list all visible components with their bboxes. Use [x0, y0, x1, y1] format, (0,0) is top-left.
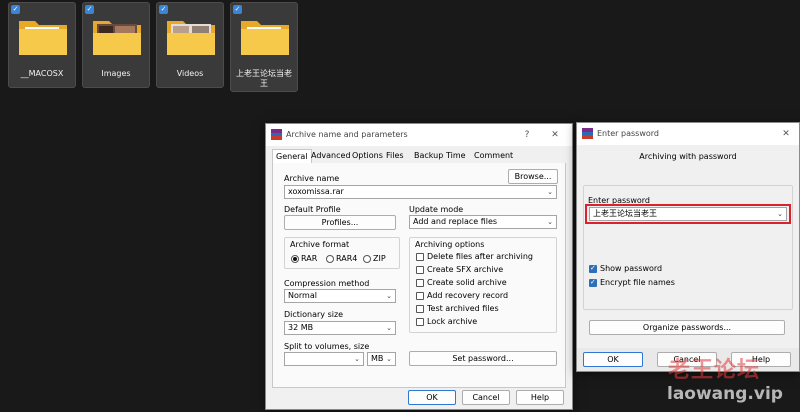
password-input[interactable]: 上老王论坛当老王 ⌄ — [589, 207, 787, 221]
archiving-options-label: Archiving options — [415, 240, 485, 249]
encrypt-names-label[interactable]: Encrypt file names — [600, 278, 675, 287]
split-unit-value: MB — [371, 354, 384, 363]
chevron-down-icon[interactable]: ⌄ — [547, 186, 553, 198]
organize-passwords-button[interactable]: Organize passwords... — [589, 320, 785, 335]
tab-time[interactable]: Time — [443, 149, 469, 163]
create-sfx-checkbox[interactable] — [416, 266, 424, 274]
split-label: Split to volumes, size — [284, 342, 370, 351]
tab-backup[interactable]: Backup — [411, 149, 446, 163]
format-rar4-radio[interactable] — [326, 255, 334, 263]
dictionary-label: Dictionary size — [284, 310, 344, 319]
chevron-down-icon[interactable]: ⌄ — [354, 353, 360, 365]
tab-comment[interactable]: Comment — [471, 149, 516, 163]
format-rar-label[interactable]: RAR — [301, 254, 317, 263]
password-dialog-titlebar[interactable]: Enter password ✕ — [577, 123, 799, 145]
chevron-down-icon[interactable]: ⌄ — [386, 290, 392, 302]
chevron-down-icon[interactable]: ⌄ — [547, 216, 553, 228]
dictionary-value: 32 MB — [288, 323, 314, 332]
folder-icon — [241, 21, 289, 55]
folder-macosx[interactable]: ✓ __MACOSX — [8, 2, 76, 88]
tab-strip: General Advanced Options Files Backup Ti… — [272, 149, 566, 164]
set-password-button[interactable]: Set password... — [409, 351, 557, 366]
update-mode-label: Update mode — [409, 205, 464, 214]
archive-name-value: xoxomissa.rar — [288, 187, 344, 196]
create-solid-label[interactable]: Create solid archive — [427, 278, 507, 287]
format-rar4-label[interactable]: RAR4 — [336, 254, 357, 263]
password-dialog-title: Enter password — [597, 129, 659, 138]
folder-name: __MACOSX — [20, 69, 64, 78]
delete-files-checkbox[interactable] — [416, 253, 424, 261]
password-group: Enter password 上老王论坛当老王 ⌄ Show password … — [583, 185, 793, 310]
split-unit-select[interactable]: MB ⌄ — [367, 352, 396, 366]
default-profile-label: Default Profile — [284, 205, 341, 214]
password-value: 上老王论坛当老王 — [593, 209, 657, 218]
folder-name: Videos — [176, 69, 204, 78]
help-icon[interactable]: ? — [520, 128, 534, 142]
archive-dialog-titlebar[interactable]: Archive name and parameters ? ✕ — [266, 124, 572, 146]
show-password-checkbox[interactable] — [589, 264, 597, 273]
folder-name: 上老王论坛当老王 — [236, 69, 292, 88]
test-files-label[interactable]: Test archived files — [427, 304, 499, 313]
lock-archive-label[interactable]: Lock archive — [427, 317, 477, 326]
cancel-button[interactable]: Cancel — [462, 390, 510, 405]
dictionary-select[interactable]: 32 MB ⌄ — [284, 321, 396, 335]
archive-dialog: Archive name and parameters ? ✕ General … — [265, 123, 573, 410]
format-rar-radio[interactable] — [291, 255, 299, 263]
create-solid-checkbox[interactable] — [416, 279, 424, 287]
compression-value: Normal — [288, 291, 317, 300]
folder-name: Images — [101, 69, 131, 78]
tab-general[interactable]: General — [272, 149, 312, 163]
lock-archive-checkbox[interactable] — [416, 318, 424, 326]
format-zip-radio[interactable] — [363, 255, 371, 263]
tab-files[interactable]: Files — [383, 149, 407, 163]
folder-images[interactable]: ✓ Images — [82, 2, 150, 88]
archive-dialog-title: Archive name and parameters — [286, 130, 408, 139]
help-button[interactable]: Help — [516, 390, 564, 405]
encrypt-names-checkbox[interactable] — [589, 278, 597, 287]
profiles-button[interactable]: Profiles... — [284, 215, 396, 230]
general-tab-page: Archive name Browse... xoxomissa.rar ⌄ D… — [272, 163, 566, 388]
delete-files-label[interactable]: Delete files after archiving — [427, 252, 533, 261]
chevron-down-icon[interactable]: ⌄ — [386, 322, 392, 334]
folder-icon — [19, 21, 67, 55]
archive-name-input[interactable]: xoxomissa.rar ⌄ — [284, 185, 557, 199]
browse-button[interactable]: Browse... — [508, 169, 558, 184]
chevron-down-icon[interactable]: ⌄ — [386, 353, 392, 365]
compression-label: Compression method — [284, 279, 370, 288]
password-dialog: Enter password ✕ Archiving with password… — [576, 122, 800, 372]
archive-format-group: Archive format RAR RAR4 ZIP — [284, 237, 400, 269]
create-sfx-label[interactable]: Create SFX archive — [427, 265, 503, 274]
folder-laowang[interactable]: ✓ 上老王论坛当老王 — [230, 2, 298, 92]
chevron-down-icon[interactable]: ⌄ — [777, 208, 783, 220]
test-files-checkbox[interactable] — [416, 305, 424, 313]
folder-icon — [93, 21, 141, 55]
split-size-input[interactable]: ⌄ — [284, 352, 364, 366]
close-icon[interactable]: ✕ — [779, 127, 793, 141]
watermark-url: laowang.vip — [667, 384, 783, 404]
folder-icon — [167, 21, 215, 55]
update-mode-value: Add and replace files — [413, 217, 498, 226]
password-dialog-subtitle: Archiving with password — [639, 152, 737, 161]
archive-format-label: Archive format — [290, 240, 350, 249]
archive-name-label: Archive name — [284, 174, 340, 183]
tab-options[interactable]: Options — [349, 149, 386, 163]
ok-button[interactable]: OK — [583, 352, 643, 367]
recovery-record-checkbox[interactable] — [416, 292, 424, 300]
show-password-label[interactable]: Show password — [600, 264, 662, 273]
archiving-options-group: Archiving options Delete files after arc… — [409, 237, 557, 333]
watermark-chinese: 老王论坛 — [668, 358, 761, 383]
folder-videos[interactable]: ✓ Videos — [156, 2, 224, 88]
recovery-record-label[interactable]: Add recovery record — [427, 291, 508, 300]
tab-advanced[interactable]: Advanced — [308, 149, 354, 163]
ok-button[interactable]: OK — [408, 390, 456, 405]
winrar-icon — [582, 128, 593, 139]
format-zip-label[interactable]: ZIP — [373, 254, 386, 263]
winrar-icon — [271, 129, 282, 140]
update-mode-select[interactable]: Add and replace files ⌄ — [409, 215, 557, 229]
close-icon[interactable]: ✕ — [548, 128, 562, 142]
compression-select[interactable]: Normal ⌄ — [284, 289, 396, 303]
